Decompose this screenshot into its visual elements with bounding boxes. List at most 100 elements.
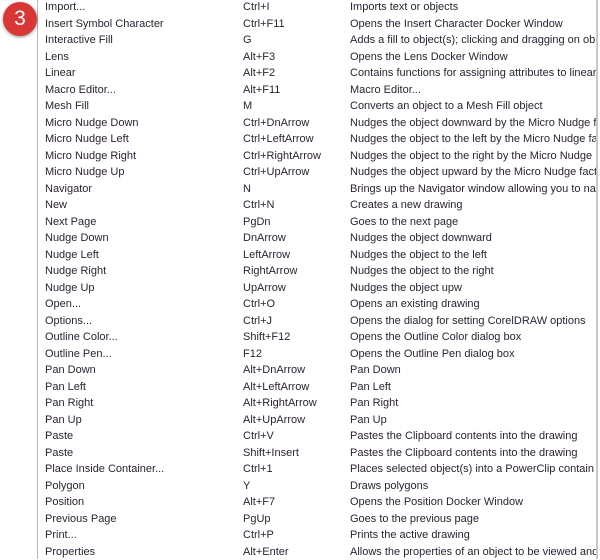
shortcut-key: Ctrl+J [243,315,272,328]
shortcut-key: Ctrl+RightArrow [243,150,321,163]
command-description: Goes to the next page [350,216,596,229]
command-description: Allows the properties of an object to be… [350,546,596,559]
command-description: Opens the Outline Pen dialog box [350,348,596,361]
shortcut-row[interactable]: PasteCtrl+VPastes the Clipboard contents… [0,428,596,445]
command-name: Pan Up [45,414,82,427]
command-description: Opens the Insert Character Docker Window [350,18,596,31]
command-name: Lens [45,51,69,64]
command-name: Navigator [45,183,92,196]
shortcut-row[interactable]: PositionAlt+F7Opens the Position Docker … [0,494,596,511]
shortcut-key: Ctrl+O [243,298,275,311]
shortcut-row[interactable]: Outline Color...Shift+F12Opens the Outli… [0,329,596,346]
command-name: Previous Page [45,513,117,526]
shortcut-row[interactable]: Mesh FillMConverts an object to a Mesh F… [0,98,596,115]
shortcut-key: DnArrow [243,232,286,245]
shortcut-row[interactable]: PropertiesAlt+EnterAllows the properties… [0,544,596,560]
command-description: Brings up the Navigator window allowing … [350,183,596,196]
command-description: Prints the active drawing [350,529,596,542]
shortcut-row[interactable]: Insert Symbol CharacterCtrl+F11Opens the… [0,16,596,33]
shortcut-key: Alt+DnArrow [243,364,305,377]
command-name: Place Inside Container... [45,463,164,476]
shortcut-key: Ctrl+UpArrow [243,166,309,179]
shortcut-row[interactable]: Navigator N Brings up the Navigator window… [0,181,596,198]
command-name: Import... [45,1,85,14]
command-description: Nudges the object to the right [350,265,596,278]
command-description: Imports text or objects [350,1,596,14]
shortcut-key: Alt+F7 [243,496,275,509]
command-description: Nudges the object to the left [350,249,596,262]
shortcut-key: N [243,183,251,196]
command-name: Mesh Fill [45,100,89,113]
command-description: Pastes the Clipboard contents into the d… [350,447,596,460]
shortcut-row[interactable]: Micro Nudge LeftCtrl+LeftArrowNudges the… [0,131,596,148]
shortcut-row[interactable]: Next PagePgDnGoes to the next page [0,214,596,231]
command-description: Draws polygons [350,480,596,493]
shortcut-row[interactable]: Place Inside Container...Ctrl+1Places se… [0,461,596,478]
shortcut-row[interactable]: Outline Pen...F12Opens the Outline Pen d… [0,346,596,363]
shortcut-row[interactable]: Nudge Right RightArrow Nudges the object t… [0,263,596,280]
command-description: Nudges the object to the right by the Mi… [350,150,596,163]
command-name: Nudge Up [45,282,95,295]
command-description: Adds a fill to object(s); clicking and d… [350,34,596,47]
shortcut-row[interactable]: Pan UpAlt+UpArrowPan Up [0,412,596,429]
shortcut-key: Alt+LeftArrow [243,381,309,394]
shortcut-row[interactable]: Previous PagePgUpGoes to the previous pa… [0,511,596,528]
shortcut-row[interactable]: PasteShift+InsertPastes the Clipboard co… [0,445,596,462]
step-number-badge: 3 [3,2,37,36]
shortcut-key: Alt+Enter [243,546,289,559]
shortcut-row[interactable]: Pan Right Alt+RightArrow Pan Right [0,395,596,412]
list-right-border [596,0,598,559]
command-name: Polygon [45,480,85,493]
shortcut-row[interactable]: Nudge Up UpArrow Nudges the object upw [0,280,596,297]
shortcut-key: M [243,100,252,113]
shortcut-row[interactable]: Micro Nudge DownCtrl+DnArrowNudges the o… [0,115,596,132]
command-name: Pan Right [45,397,93,410]
shortcut-row[interactable]: Interactive Fill G Adds a fill to object(s… [0,32,596,49]
shortcut-row[interactable]: Import...Ctrl+IImports text or objects [0,0,596,16]
shortcut-key: UpArrow [243,282,286,295]
command-name: Macro Editor... [45,84,116,97]
shortcut-row[interactable]: Nudge DownDnArrowNudges the object downw… [0,230,596,247]
shortcut-row[interactable]: Open... Ctrl+O Opens an existing drawing [0,296,596,313]
shortcut-key: F12 [243,348,262,361]
command-name: Next Page [45,216,96,229]
command-name: Nudge Left [45,249,99,262]
command-description: Goes to the previous page [350,513,596,526]
shortcut-key: RightArrow [243,265,297,278]
shortcut-row[interactable]: Print...Ctrl+PPrints the active drawing [0,527,596,544]
shortcut-key: Alt+UpArrow [243,414,305,427]
shortcut-key: Ctrl+DnArrow [243,117,309,130]
command-name: Pan Down [45,364,96,377]
command-name: Nudge Right [45,265,106,278]
shortcut-row[interactable]: Pan DownAlt+DnArrowPan Down [0,362,596,379]
command-name: Outline Color... [45,331,118,344]
shortcut-row[interactable]: Macro Editor...Alt+F11Macro Editor... [0,82,596,99]
command-name: Pan Left [45,381,86,394]
command-description: Nudges the object upw [350,282,596,295]
command-name: Linear [45,67,76,80]
command-description: Creates a new drawing [350,199,596,212]
shortcut-row[interactable]: Micro Nudge UpCtrl+UpArrowNudges the obj… [0,164,596,181]
command-name: Micro Nudge Up [45,166,124,179]
command-name: Print... [45,529,77,542]
shortcut-key: Alt+RightArrow [243,397,317,410]
command-description: Pan Right [350,397,596,410]
shortcut-row[interactable]: NewCtrl+NCreates a new drawing [0,197,596,214]
command-name: Open... [45,298,81,311]
shortcut-row[interactable]: Pan Left Alt+LeftArrow Pan Left [0,379,596,396]
command-description: Nudges the object downward by the Micro … [350,117,596,130]
shortcut-row[interactable]: LensAlt+F3Opens the Lens Docker Window [0,49,596,66]
shortcut-row[interactable]: PolygonYDraws polygons [0,478,596,495]
command-description: Opens the Outline Color dialog box [350,331,596,344]
shortcut-row[interactable]: Options...Ctrl+JOpens the dialog for set… [0,313,596,330]
shortcut-row[interactable]: LinearAlt+F2Contains functions for assig… [0,65,596,82]
command-name: Position [45,496,84,509]
command-name: Interactive Fill [45,34,113,47]
shortcut-key: Ctrl+1 [243,463,273,476]
command-description: Opens the Lens Docker Window [350,51,596,64]
shortcut-row[interactable]: Nudge LeftLeftArrowNudges the object to … [0,247,596,264]
shortcut-key: G [243,34,252,47]
command-description: Opens an existing drawing [350,298,596,311]
shortcut-row[interactable]: Micro Nudge RightCtrl+RightArrowNudges t… [0,148,596,165]
command-description: Pan Left [350,381,596,394]
